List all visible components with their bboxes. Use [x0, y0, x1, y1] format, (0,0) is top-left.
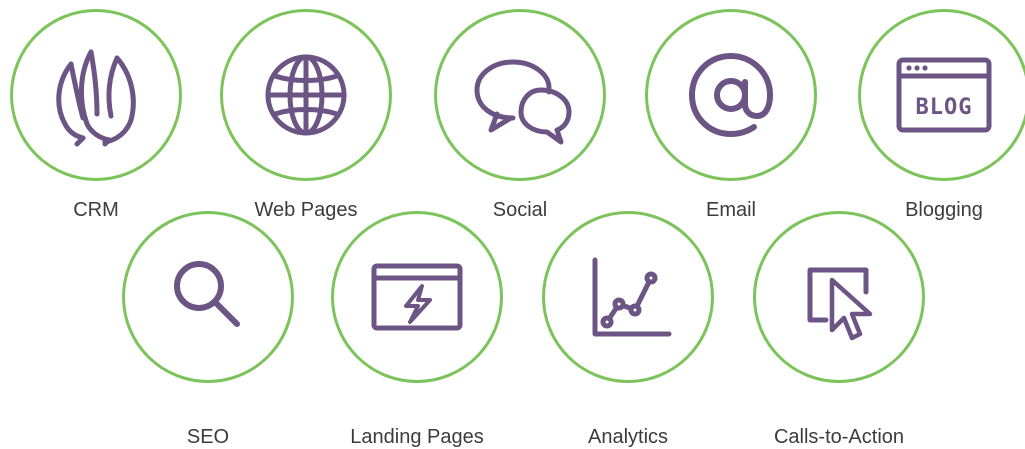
- feature-label: Analytics: [587, 426, 669, 448]
- feature-circle: BLOG: [858, 9, 1025, 181]
- at-sign-icon: [689, 53, 773, 137]
- feature-circle: [753, 211, 925, 383]
- blog-icon-text: BLOG: [916, 95, 973, 120]
- feature-label: Landing Pages: [350, 426, 484, 448]
- feature-circle: [220, 9, 392, 181]
- feature-circle: [122, 211, 294, 383]
- line-graph-icon: [592, 257, 672, 337]
- cursor-click-icon: [807, 267, 873, 341]
- feature-circle: [645, 9, 817, 181]
- crm-flame-icon: [56, 49, 136, 147]
- feature-circle: [331, 211, 503, 383]
- feature-circle: [542, 211, 714, 383]
- blog-window-icon: BLOG: [896, 57, 992, 133]
- feature-label: Calls-to-Action: [773, 426, 905, 448]
- lightning-window-icon: [371, 263, 463, 331]
- feature-label: SEO: [186, 426, 230, 448]
- globe-icon: [265, 54, 347, 136]
- feature-circle: [10, 9, 182, 181]
- magnifier-icon: [174, 261, 240, 327]
- feature-circle: [434, 9, 606, 181]
- speech-bubbles-icon: [474, 59, 572, 145]
